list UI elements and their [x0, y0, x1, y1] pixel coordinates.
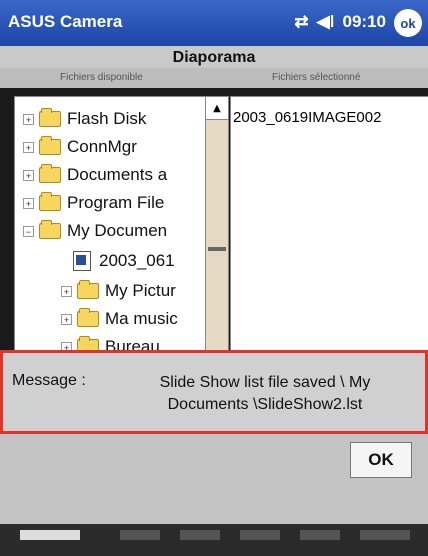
- folder-icon: [77, 308, 99, 327]
- tree-item-label: 2003_061: [99, 251, 175, 270]
- menu-segment[interactable]: [120, 530, 160, 540]
- ok-button[interactable]: OK: [350, 442, 412, 478]
- expand-icon[interactable]: +: [23, 113, 34, 125]
- tree-item-label: Program File: [67, 193, 165, 212]
- tree-item[interactable]: + My Pictur: [61, 279, 176, 303]
- tree-item[interactable]: + Program File: [23, 191, 164, 215]
- col-selected: Fichiers sélectionné: [272, 72, 361, 83]
- volume-icon[interactable]: ◀ǀ: [317, 12, 335, 32]
- folder-icon: [39, 192, 61, 211]
- tree-item-label: Ma music: [105, 309, 178, 328]
- folder-icon: [39, 136, 61, 155]
- tree-scrollbar[interactable]: ▲: [205, 96, 229, 360]
- folder-icon: [39, 220, 61, 239]
- tree-item-label: My Documen: [67, 221, 168, 240]
- title-bar: ASUS Camera ⇄ ◀ǀ 09:10 ok: [0, 0, 428, 46]
- expand-icon[interactable]: +: [61, 285, 72, 297]
- scroll-thumb[interactable]: [208, 247, 226, 251]
- col-available: Fichiers disponible: [60, 72, 143, 83]
- menu-segment[interactable]: [240, 530, 280, 540]
- app-title: ASUS Camera: [8, 12, 123, 31]
- tree-item[interactable]: + Flash Disk: [23, 107, 146, 131]
- tree-item[interactable]: + ConnMgr: [23, 135, 137, 159]
- tree-item-label: Documents a: [67, 165, 168, 184]
- menu-segment[interactable]: [20, 530, 80, 540]
- folder-icon: [39, 164, 61, 183]
- folder-icon: [77, 280, 99, 299]
- status-area[interactable]: ⇄ ◀ǀ 09:10: [294, 12, 386, 32]
- clock[interactable]: 09:10: [343, 12, 386, 32]
- tree-item[interactable]: + Documents a: [23, 163, 167, 187]
- expand-icon[interactable]: +: [23, 197, 34, 209]
- expand-icon[interactable]: +: [23, 169, 34, 181]
- scroll-up-icon[interactable]: ▲: [206, 97, 228, 120]
- file-icon: [73, 251, 91, 271]
- expand-icon[interactable]: +: [61, 313, 72, 325]
- tree-item-label: My Pictur: [105, 281, 176, 300]
- tree-item-label: ConnMgr: [67, 137, 137, 156]
- collapse-icon[interactable]: −: [23, 225, 34, 237]
- available-files-tree[interactable]: + Flash Disk + ConnMgr + Documents a + P…: [14, 96, 206, 360]
- list-item[interactable]: 2003_0619IMAGE002: [233, 109, 381, 126]
- tree-item[interactable]: + Ma music: [61, 307, 178, 331]
- selected-files-list[interactable]: 2003_0619IMAGE002: [230, 96, 428, 360]
- tree-item[interactable]: 2003_061: [73, 249, 175, 273]
- ok-title-button[interactable]: ok: [394, 9, 422, 37]
- menu-segment[interactable]: [360, 530, 410, 540]
- tree-item[interactable]: − My Documen: [23, 219, 167, 243]
- connectivity-icon[interactable]: ⇄: [294, 12, 308, 32]
- column-headers: Fichiers disponible Fichiers sélectionné: [0, 68, 428, 88]
- tree-item-label: Flash Disk: [67, 109, 147, 128]
- menu-bar: [0, 524, 428, 556]
- expand-icon[interactable]: +: [23, 141, 34, 153]
- menu-segment[interactable]: [300, 530, 340, 540]
- menu-segment[interactable]: [180, 530, 220, 540]
- dialog-title: Diaporama: [0, 46, 428, 68]
- folder-icon: [39, 108, 61, 127]
- highlight-box: [0, 350, 428, 434]
